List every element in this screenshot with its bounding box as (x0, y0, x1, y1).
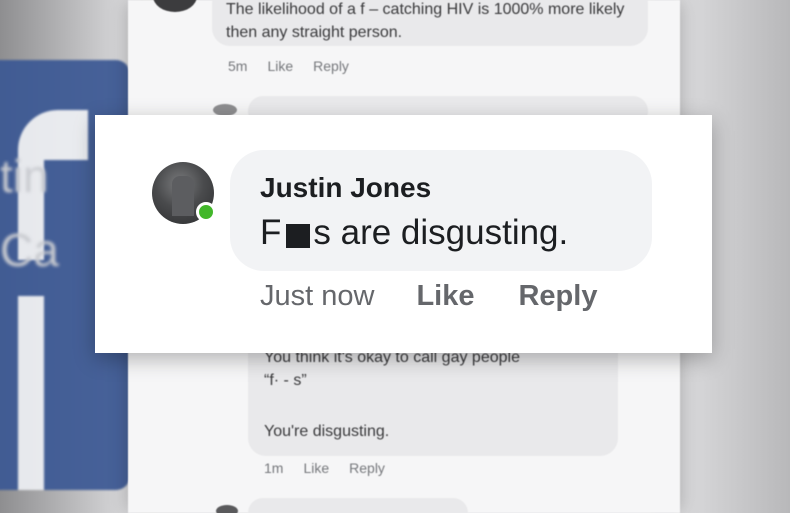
censor-bar-icon (286, 224, 311, 248)
comment-author[interactable]: Justin Jones (260, 172, 431, 204)
comment-meta: 5m Like Reply (228, 58, 349, 74)
comment-actions: Just now Like Reply (260, 280, 597, 313)
comment-time[interactable]: Just now (260, 280, 374, 313)
comment-meta: 1m Like Reply (264, 460, 385, 476)
comment-text-line: You're disgusting. (264, 423, 390, 440)
like-button[interactable]: Like (267, 58, 293, 74)
commenter-avatar (216, 505, 238, 513)
comment-text-end: s are disgusting. (313, 213, 569, 252)
comment-text: F s are disgusting. (260, 213, 568, 253)
commenter-avatar (153, 0, 197, 12)
comment-bubble (248, 498, 468, 513)
reply-button[interactable]: Reply (518, 280, 597, 313)
comment-text: The likelihood of a f ‒ catching HIV is … (226, 1, 625, 41)
reply-button[interactable]: Reply (349, 460, 385, 476)
highlighted-comment-card: Justin Jones F s are disgusting. Just no… (95, 115, 712, 353)
like-button[interactable]: Like (416, 280, 474, 313)
comment-text-line: “f· - s” (264, 372, 307, 389)
comment-bubble: Justin Jones F s are disgusting. (230, 150, 652, 271)
like-button[interactable]: Like (303, 460, 329, 476)
online-status-icon (196, 202, 216, 222)
blurred-background-text: tin Ca (0, 150, 59, 276)
reply-button[interactable]: Reply (313, 58, 349, 74)
comment-time: 5m (228, 58, 248, 74)
comment-time: 1m (264, 460, 284, 476)
comment-text-start: F (260, 213, 282, 252)
comment-bubble: The likelihood of a f ‒ catching HIV is … (212, 0, 648, 46)
